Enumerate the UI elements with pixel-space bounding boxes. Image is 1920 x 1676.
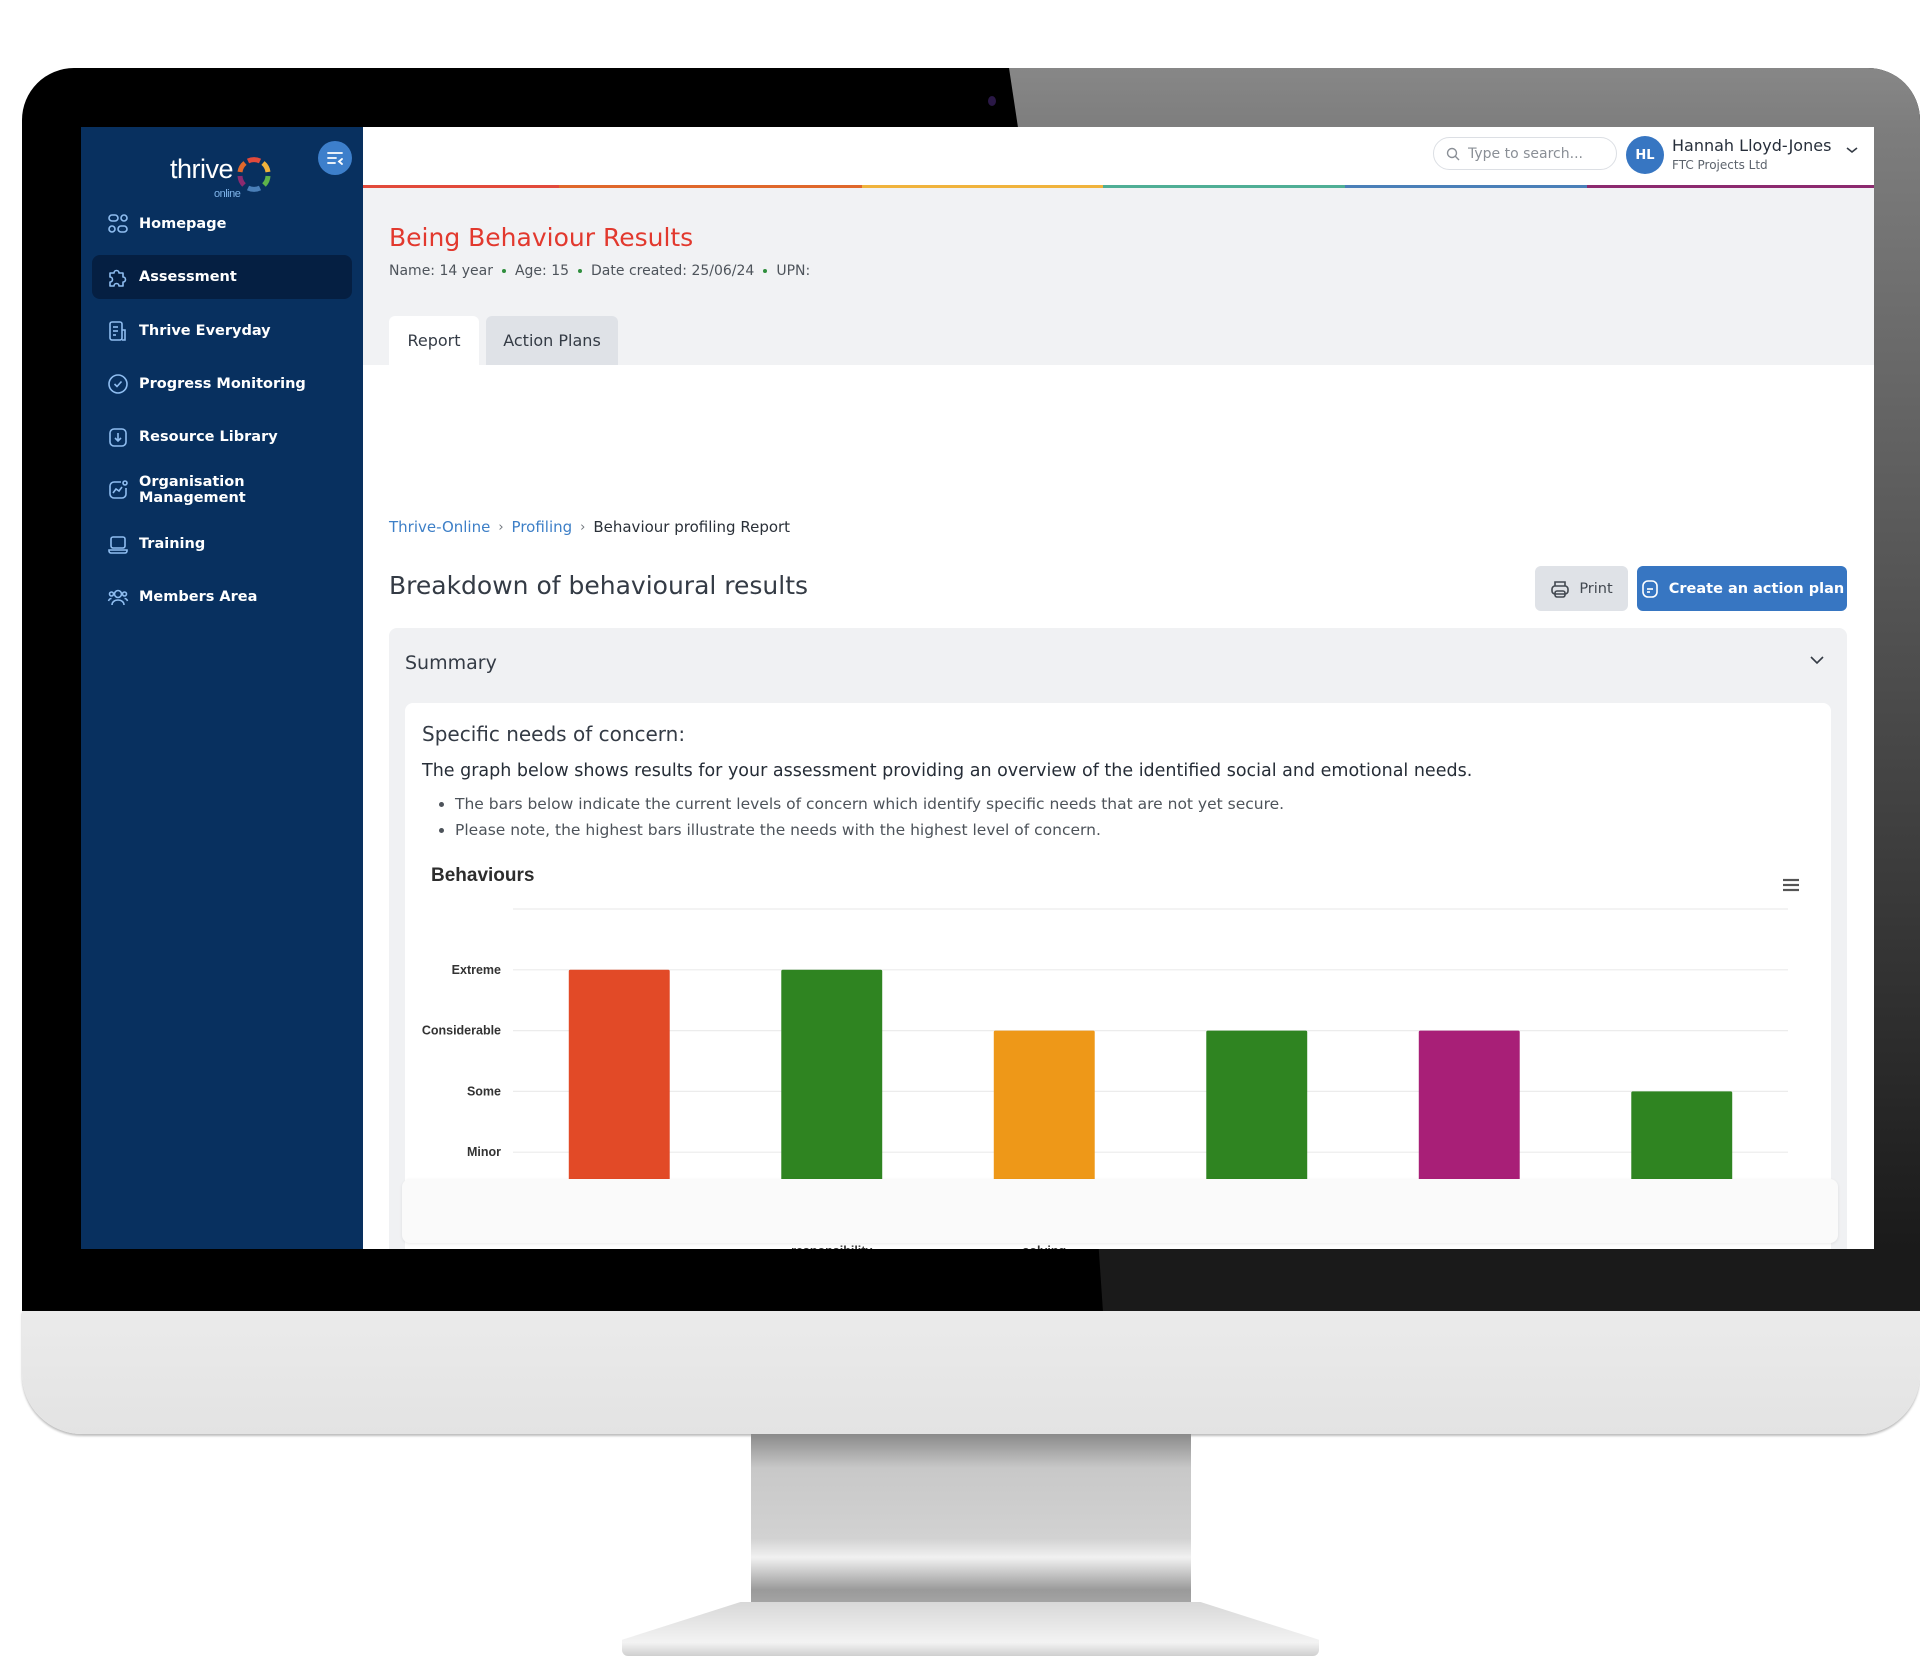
search-input[interactable] <box>1466 144 1610 163</box>
meta-upn: UPN: <box>776 263 811 279</box>
sidebar-item-label: Assessment <box>139 269 237 286</box>
sidebar-item-organisation-management[interactable]: Organisation Management <box>92 468 352 512</box>
color-strip <box>363 185 1874 188</box>
sidebar-item-homepage[interactable]: Homepage <box>92 202 352 246</box>
sidebar-item-members-area[interactable]: Members Area <box>92 575 352 619</box>
grid-icon <box>107 213 129 235</box>
chart-icon <box>107 479 129 501</box>
sidebar-nav: Homepage Assessment Thrive Everyday Prog… <box>92 202 352 628</box>
monitor-stand-base <box>622 1602 1319 1656</box>
sidebar: thrive online Homepage Assessment Thrive… <box>81 127 363 1249</box>
create-action-plan-label: Create an action plan <box>1668 580 1845 597</box>
bullet-item: The bars below indicate the current leve… <box>455 795 1284 813</box>
user-organisation: FTC Projects Ltd <box>1672 158 1768 172</box>
search-icon <box>1446 147 1460 160</box>
sidebar-item-assessment[interactable]: Assessment <box>92 255 352 300</box>
avatar[interactable]: HL <box>1626 136 1664 174</box>
color-strip-segment <box>1103 185 1346 188</box>
color-strip-segment <box>1345 185 1587 188</box>
y-tick-label: Minor <box>467 1145 501 1159</box>
color-strip-segment <box>559 185 862 188</box>
meta-separator <box>501 269 506 273</box>
needs-title: Specific needs of concern: <box>422 722 686 746</box>
y-tick-label: Considerable <box>422 1024 501 1038</box>
print-button[interactable]: Print <box>1535 566 1628 611</box>
y-tick-label: Some <box>467 1084 501 1098</box>
breadcrumb-current: Behaviour profiling Report <box>593 518 791 536</box>
summary-card: Specific needs of concern: The graph bel… <box>405 703 1831 1249</box>
sidebar-item-label: Resource Library <box>139 429 278 446</box>
print-label: Print <box>1579 580 1613 597</box>
chevron-down-icon[interactable] <box>1845 145 1859 155</box>
meta-date-created: Date created: 25/06/24 <box>591 263 755 279</box>
sidebar-item-thrive-everyday[interactable]: Thrive Everyday <box>92 309 352 353</box>
main-area: HL Hannah Lloyd-Jones FTC Projects Ltd B… <box>363 127 1874 1249</box>
monitor-stand <box>751 1434 1191 1624</box>
sidebar-item-label: Training <box>139 535 206 552</box>
sidebar-item-progress-monitoring[interactable]: Progress Monitoring <box>92 362 352 406</box>
bar <box>781 969 883 1213</box>
chevron-right-icon: › <box>498 519 504 535</box>
sidebar-item-resource-library[interactable]: Resource Library <box>92 415 352 459</box>
needs-description: The graph below shows results for your a… <box>422 761 1473 781</box>
chart-title: Behaviours <box>431 865 535 886</box>
document-icon <box>107 320 129 342</box>
meta-separator <box>763 269 768 273</box>
screen: thrive online Homepage Assessment Thrive… <box>81 127 1874 1249</box>
check-circle-icon <box>107 373 129 395</box>
meta-separator <box>578 269 583 273</box>
sidebar-item-label: Progress Monitoring <box>139 375 306 392</box>
needs-bullets: The bars below indicate the current leve… <box>422 795 1284 847</box>
laptop-icon <box>107 533 129 555</box>
camera <box>988 96 996 106</box>
thrive-logo[interactable]: thrive online <box>170 154 272 204</box>
printer-icon <box>1550 579 1570 599</box>
menu-collapse-icon <box>327 152 343 165</box>
create-action-plan-button[interactable]: Create an action plan <box>1637 566 1847 611</box>
breadcrumb-thrive-online[interactable]: Thrive-Online <box>389 518 490 536</box>
chevron-right-icon: › <box>580 519 586 535</box>
chevron-down-icon[interactable] <box>1809 655 1825 665</box>
sidebar-item-label: Homepage <box>139 216 227 232</box>
sidebar-item-label: Thrive Everyday <box>139 322 271 339</box>
top-bar: HL Hannah Lloyd-Jones FTC Projects Ltd <box>363 127 1874 185</box>
search-box[interactable] <box>1433 137 1617 170</box>
bar <box>568 969 670 1213</box>
note-icon <box>1640 579 1660 599</box>
tab-report[interactable]: Report <box>389 316 479 365</box>
x-tick-label: solving <box>1022 1244 1066 1249</box>
y-tick-label: Extreme <box>452 963 501 977</box>
breadcrumb-profiling[interactable]: Profiling <box>512 518 573 536</box>
summary-title[interactable]: Summary <box>405 652 497 674</box>
meta-age: Age: 15 <box>514 263 570 279</box>
color-strip-segment <box>861 185 1104 188</box>
summary-panel: Summary Specific needs of concern: The g… <box>389 628 1847 1249</box>
chart-menu-icon[interactable] <box>1782 878 1800 892</box>
puzzle-icon <box>107 266 129 288</box>
user-name[interactable]: Hannah Lloyd-Jones <box>1672 136 1831 155</box>
color-strip-segment <box>1586 185 1874 188</box>
page-title: Being Behaviour Results <box>389 223 694 252</box>
sidebar-collapse-button[interactable] <box>318 141 352 175</box>
sidebar-item-label: Organisation Management <box>139 474 246 507</box>
next-section-card <box>402 1179 1838 1243</box>
sidebar-item-training[interactable]: Training <box>92 522 352 566</box>
users-icon <box>107 586 129 608</box>
download-icon <box>107 426 129 448</box>
sidebar-item-label: Members Area <box>139 589 258 606</box>
x-tick-label: responsibility <box>791 1244 872 1249</box>
logo-ring-icon <box>237 157 271 192</box>
bullet-item: Please note, the highest bars illustrate… <box>455 821 1284 839</box>
color-strip-segment <box>363 185 560 188</box>
monitor-chin <box>22 1311 1920 1434</box>
breadcrumb: Thrive-Online › Profiling › Behaviour pr… <box>389 518 790 536</box>
page-meta: Name: 14 year Age: 15 Date created: 25/0… <box>389 263 810 279</box>
tab-action-plans[interactable]: Action Plans <box>486 316 618 365</box>
section-heading: Breakdown of behavioural results <box>389 571 809 600</box>
meta-name: Name: 14 year <box>389 263 493 279</box>
